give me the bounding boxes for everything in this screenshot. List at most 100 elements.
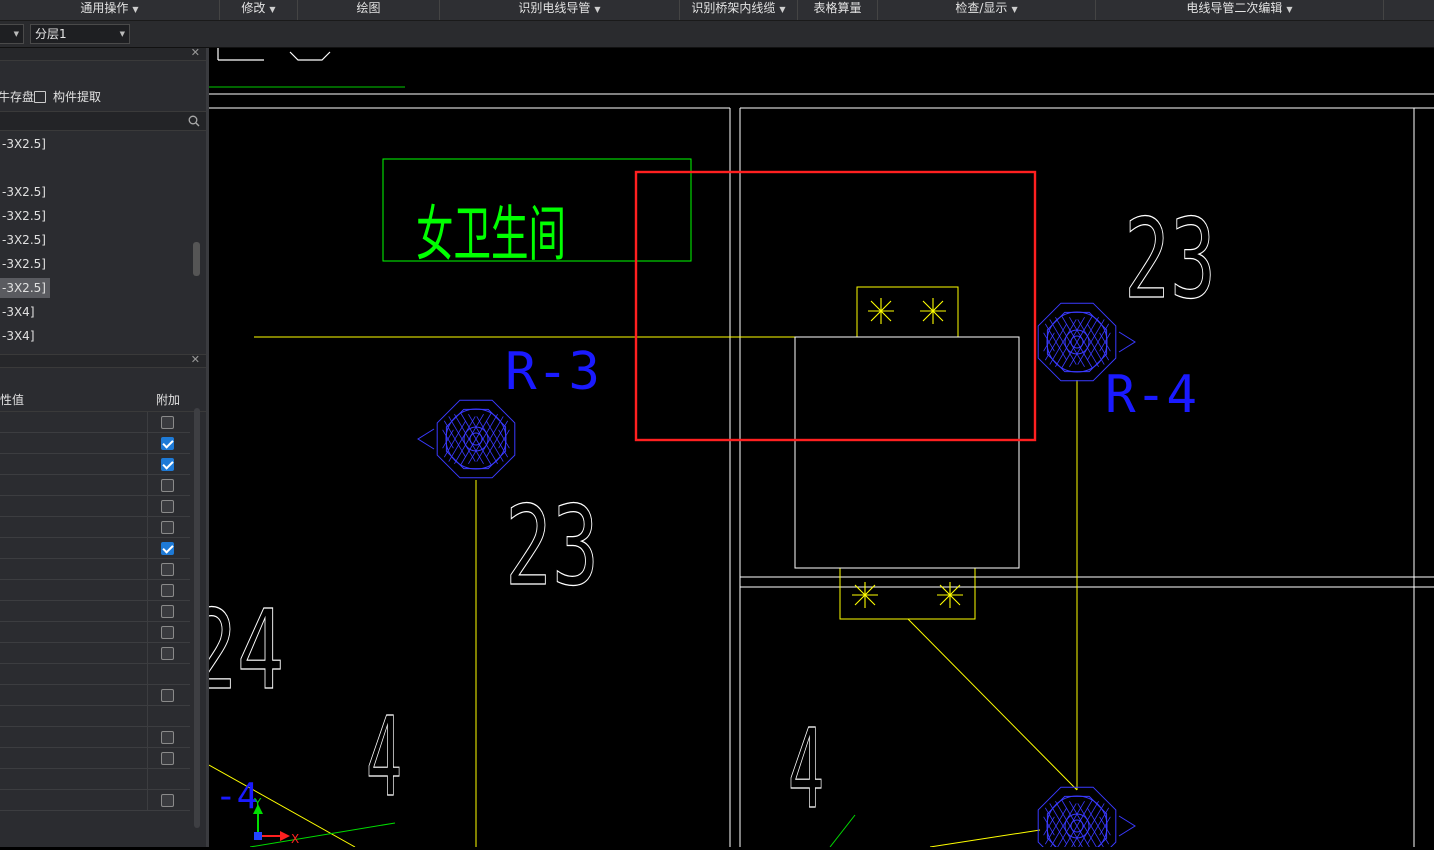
table-row[interactable] xyxy=(0,727,190,748)
checkbox[interactable] xyxy=(161,584,174,597)
checkbox[interactable] xyxy=(161,521,174,534)
ucs-axis-icon: Y X xyxy=(253,796,299,846)
extract-button[interactable]: 构件提取 xyxy=(53,86,101,108)
table-row[interactable] xyxy=(0,769,190,790)
axis-x-label: X xyxy=(291,832,299,846)
checkbox[interactable] xyxy=(161,647,174,660)
menu-modify[interactable]: 修改 ▼ xyxy=(220,0,298,20)
chevron-down-icon: ▼ xyxy=(1286,5,1293,14)
table-row[interactable] xyxy=(0,790,190,811)
checkbox[interactable] xyxy=(161,563,174,576)
list-scrollbar[interactable] xyxy=(193,242,200,276)
light-fixture-icon xyxy=(417,399,516,479)
table-row[interactable] xyxy=(0,496,190,517)
column-divider xyxy=(147,580,148,601)
table-row[interactable] xyxy=(0,517,190,538)
list-item[interactable]: -3X4] xyxy=(0,302,35,322)
checkbox[interactable] xyxy=(161,689,174,702)
floor-select[interactable]: ▼ xyxy=(0,24,24,44)
list-item[interactable]: -3X4] xyxy=(0,326,35,346)
close-icon[interactable]: ✕ xyxy=(191,353,200,366)
menu-draw[interactable]: 绘图 xyxy=(298,0,440,20)
column-divider xyxy=(147,538,148,559)
component-toolbar: 牛存盘 构件提取 xyxy=(0,86,206,108)
checkbox[interactable] xyxy=(161,479,174,492)
chevron-down-icon: ▼ xyxy=(13,30,19,38)
room-label: 女卫生间 xyxy=(416,200,566,270)
component-panel-header: ✕ xyxy=(0,46,206,61)
table-row[interactable] xyxy=(0,685,190,706)
close-icon[interactable]: ✕ xyxy=(191,46,200,59)
number-4-b: 4 xyxy=(788,705,824,833)
table-row[interactable] xyxy=(0,580,190,601)
column-divider xyxy=(147,433,148,454)
property-scrollbar[interactable] xyxy=(194,408,200,828)
list-item[interactable]: -3X2.5] xyxy=(0,254,46,274)
top-fragment xyxy=(217,48,331,61)
checkbox[interactable] xyxy=(161,626,174,639)
checkbox[interactable] xyxy=(161,416,174,429)
table-row[interactable] xyxy=(0,454,190,475)
table-row[interactable] xyxy=(0,706,190,727)
column-divider xyxy=(147,790,148,811)
number-4-a: 4 xyxy=(366,693,402,821)
layer-select[interactable]: 分层1 ▼ xyxy=(30,24,130,44)
column-divider xyxy=(147,601,148,622)
menu-identify-tray-cable[interactable]: 识别桥架内线缆 ▼ xyxy=(680,0,798,20)
column-divider xyxy=(147,454,148,475)
extract-icon xyxy=(34,91,46,103)
list-item[interactable]: -3X2.5] xyxy=(0,230,46,250)
table-row[interactable] xyxy=(0,559,190,580)
table-row[interactable] xyxy=(0,538,190,559)
table-row[interactable] xyxy=(0,622,190,643)
checkbox-checked[interactable] xyxy=(161,542,174,555)
menu-general-ops[interactable]: 通用操作 ▼ xyxy=(0,0,220,20)
menu-secondary-edit[interactable]: 电线导管二次编辑 ▼ xyxy=(1096,0,1384,20)
number-23-a: 23 xyxy=(1124,195,1216,323)
menu-check-display[interactable]: 检查/显示 ▼ xyxy=(878,0,1096,20)
selection-rectangle xyxy=(634,170,1037,442)
list-item[interactable]: -3X2.5] xyxy=(0,206,46,226)
table-row[interactable] xyxy=(0,601,190,622)
chevron-down-icon: ▼ xyxy=(119,30,125,38)
light-fixture-icon xyxy=(1037,786,1136,850)
checkbox[interactable] xyxy=(161,500,174,513)
checkbox-checked[interactable] xyxy=(161,458,174,471)
distribution-box xyxy=(794,336,1020,569)
checkbox[interactable] xyxy=(161,605,174,618)
checkbox[interactable] xyxy=(161,794,174,807)
chevron-down-icon: ▼ xyxy=(132,5,139,14)
column-divider xyxy=(147,685,148,706)
column-divider xyxy=(147,706,148,727)
menu-identify-wire-conduit[interactable]: 识别电线导管 ▼ xyxy=(440,0,680,20)
table-row[interactable] xyxy=(0,433,190,454)
ribbon-toolbar: 通用操作 ▼ 修改 ▼ 绘图 识别电线导管 ▼ 识别桥架内线缆 ▼ 表格算量 检查/显示… xyxy=(0,0,1434,21)
table-row[interactable] xyxy=(0,412,190,433)
label-r4: R-4 xyxy=(1105,365,1197,425)
column-divider xyxy=(147,517,148,538)
column-divider xyxy=(147,496,148,517)
label-r-partial: -4 xyxy=(215,776,258,817)
list-item-selected[interactable]: -3X2.5] xyxy=(0,278,50,298)
component-search[interactable] xyxy=(0,111,206,131)
cad-canvas[interactable]: 女卫生间 R-3 R-4 -4 23 23 24 4 4 Y X xyxy=(189,48,1434,850)
axis-y-label: Y xyxy=(253,796,262,810)
column-divider xyxy=(147,769,148,790)
save-button[interactable]: 牛存盘 xyxy=(0,86,34,108)
list-item[interactable]: -3X2.5] xyxy=(0,134,46,154)
column-divider xyxy=(147,664,148,685)
table-row[interactable] xyxy=(0,664,190,685)
checkbox[interactable] xyxy=(161,752,174,765)
left-panel: ✕ 牛存盘 构件提取 -3X2.5] -3X2.5] -3X2.5] -3X2.… xyxy=(0,46,206,847)
menu-table-quantity[interactable]: 表格算量 xyxy=(798,0,878,20)
column-divider xyxy=(147,643,148,664)
list-item[interactable]: -3X2.5] xyxy=(0,182,46,202)
checkbox[interactable] xyxy=(161,731,174,744)
number-24: 24 xyxy=(209,586,284,714)
property-table-header: 性值 附加 xyxy=(0,389,206,412)
table-row[interactable] xyxy=(0,748,190,769)
table-row[interactable] xyxy=(0,643,190,664)
table-row[interactable] xyxy=(0,475,190,496)
property-panel-header: ✕ xyxy=(0,353,206,368)
checkbox-checked[interactable] xyxy=(161,437,174,450)
